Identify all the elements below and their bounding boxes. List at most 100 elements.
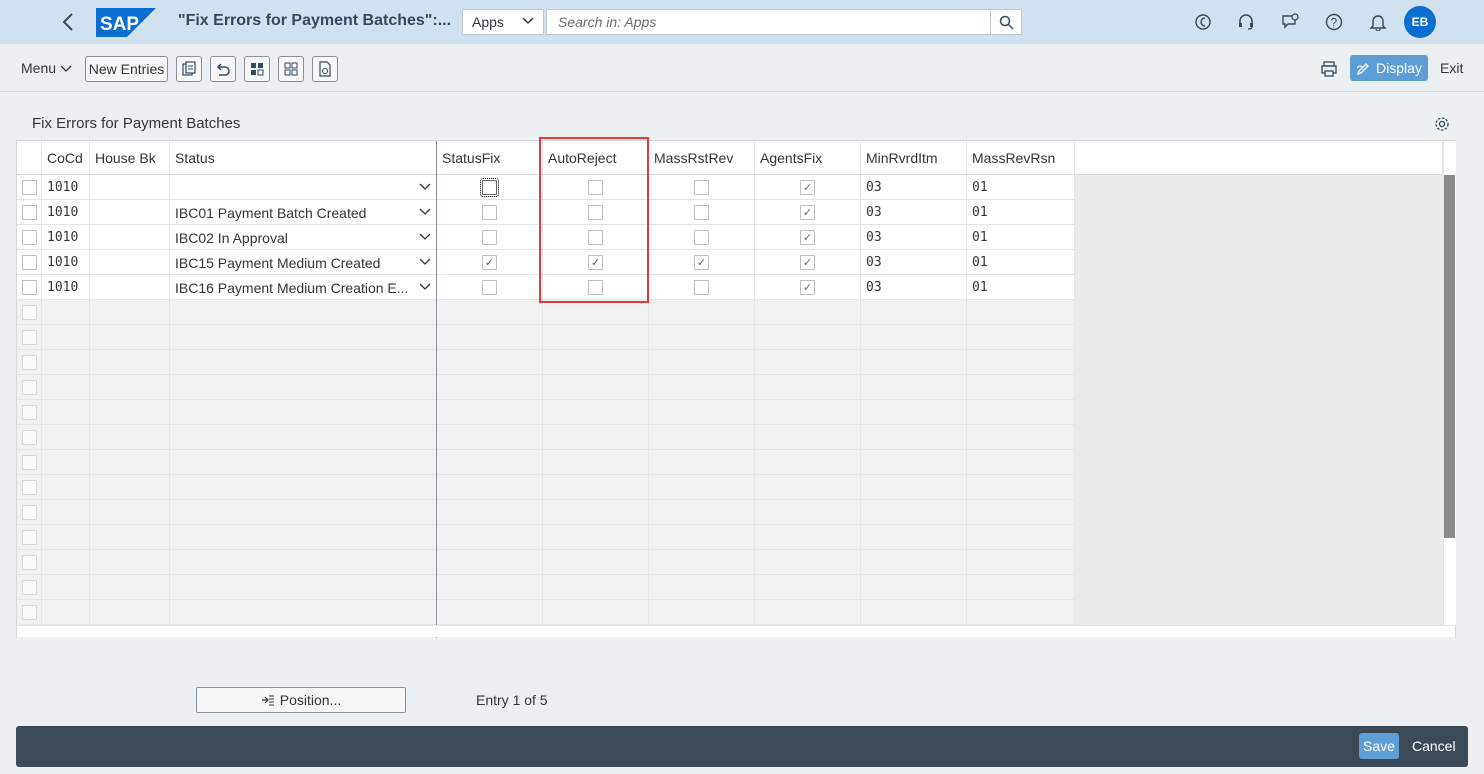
select-all-button[interactable] <box>244 56 270 82</box>
row-select-checkbox[interactable] <box>21 305 37 320</box>
row-select-checkbox[interactable] <box>21 555 37 570</box>
cell-mass-rst-rev[interactable] <box>649 200 755 225</box>
print-icon[interactable] <box>1320 60 1338 78</box>
cell-house-bk[interactable] <box>90 175 170 200</box>
agents-fix-checkbox[interactable]: ✓ <box>800 255 815 270</box>
cell-agents-fix[interactable]: ✓ <box>755 250 861 275</box>
cell-min-rvrd-itm[interactable]: 03 <box>861 175 967 200</box>
cell-house-bk[interactable] <box>90 275 170 300</box>
empty-table-row[interactable] <box>17 525 1075 550</box>
empty-table-row[interactable] <box>17 325 1075 350</box>
headset-icon[interactable] <box>1235 11 1257 33</box>
cell-status-fix[interactable] <box>437 200 543 225</box>
cell-auto-reject[interactable] <box>543 275 649 300</box>
feedback-icon[interactable] <box>1279 11 1301 33</box>
row-select-checkbox[interactable] <box>21 230 37 245</box>
cell-mass-rst-rev[interactable] <box>649 175 755 200</box>
save-button[interactable]: Save <box>1359 733 1399 759</box>
search-input[interactable]: Search in: Apps <box>546 9 990 35</box>
row-select-cell[interactable] <box>17 600 42 625</box>
cell-status-fix[interactable]: ✓ <box>437 250 543 275</box>
row-select-cell[interactable] <box>17 325 42 350</box>
row-select-checkbox[interactable] <box>21 280 37 295</box>
mass-rst-rev-checkbox[interactable] <box>694 205 709 220</box>
cell-mass-rev-rsn[interactable]: 01 <box>967 275 1075 300</box>
cell-cocd[interactable]: 1010 <box>42 250 90 275</box>
table-row[interactable]: 1010 IBC01 Payment Batch Created ✓ 03 01 <box>17 200 1075 225</box>
row-select-checkbox[interactable] <box>21 505 37 520</box>
display-button[interactable]: Display <box>1350 55 1428 81</box>
column-header-house-bk[interactable]: House Bk <box>90 141 170 175</box>
cell-status-fix[interactable] <box>437 275 543 300</box>
row-select-cell[interactable] <box>17 475 42 500</box>
cell-min-rvrd-itm[interactable]: 03 <box>861 275 967 300</box>
row-select-cell[interactable] <box>17 575 42 600</box>
cell-auto-reject[interactable] <box>543 225 649 250</box>
row-select-cell[interactable] <box>17 350 42 375</box>
cell-agents-fix[interactable]: ✓ <box>755 225 861 250</box>
empty-table-row[interactable] <box>17 550 1075 575</box>
cell-status[interactable]: IBC01 Payment Batch Created <box>170 200 437 225</box>
bell-icon[interactable] <box>1367 11 1389 33</box>
status-fix-checkbox[interactable] <box>482 230 497 245</box>
empty-table-row[interactable] <box>17 300 1075 325</box>
row-select-checkbox[interactable] <box>21 255 37 270</box>
cell-status-fix[interactable] <box>437 225 543 250</box>
column-header-agentsfix[interactable]: AgentsFix <box>755 141 861 175</box>
cell-status[interactable] <box>170 175 437 200</box>
row-select-cell[interactable] <box>17 500 42 525</box>
row-select-cell[interactable] <box>17 250 42 275</box>
chevron-down-icon[interactable] <box>418 204 432 221</box>
row-select-checkbox[interactable] <box>21 330 37 345</box>
empty-table-row[interactable] <box>17 450 1075 475</box>
cell-agents-fix[interactable]: ✓ <box>755 200 861 225</box>
cell-cocd[interactable]: 1010 <box>42 175 90 200</box>
mass-rst-rev-checkbox[interactable] <box>694 280 709 295</box>
avatar[interactable]: EB <box>1404 6 1436 38</box>
cell-status[interactable]: IBC15 Payment Medium Created <box>170 250 437 275</box>
cell-auto-reject[interactable]: ✓ <box>543 250 649 275</box>
auto-reject-checkbox[interactable] <box>588 280 603 295</box>
cell-cocd[interactable]: 1010 <box>42 225 90 250</box>
row-select-checkbox[interactable] <box>21 180 37 195</box>
cell-house-bk[interactable] <box>90 200 170 225</box>
agents-fix-checkbox[interactable]: ✓ <box>800 230 815 245</box>
mass-rst-rev-checkbox[interactable] <box>694 180 709 195</box>
row-select-cell[interactable] <box>17 450 42 475</box>
auto-reject-checkbox[interactable]: ✓ <box>588 255 603 270</box>
row-select-cell[interactable] <box>17 525 42 550</box>
empty-table-row[interactable] <box>17 400 1075 425</box>
row-select-checkbox[interactable] <box>21 205 37 220</box>
cell-house-bk[interactable] <box>90 225 170 250</box>
table-row[interactable]: 1010 ✓ 03 01 <box>17 175 1075 200</box>
cancel-button[interactable]: Cancel <box>1412 738 1456 754</box>
auto-reject-checkbox[interactable] <box>588 230 603 245</box>
position-button[interactable]: Position... <box>196 687 406 713</box>
chevron-down-icon[interactable] <box>418 179 432 196</box>
row-select-cell[interactable] <box>17 275 42 300</box>
row-select-cell[interactable] <box>17 225 42 250</box>
deselect-all-button[interactable] <box>278 56 304 82</box>
empty-table-row[interactable] <box>17 500 1075 525</box>
column-header-massrevrsn[interactable]: MassRevRsn <box>967 141 1075 175</box>
cell-min-rvrd-itm[interactable]: 03 <box>861 250 967 275</box>
row-select-checkbox[interactable] <box>21 455 37 470</box>
cell-status[interactable]: IBC02 In Approval <box>170 225 437 250</box>
vertical-scrollbar-thumb[interactable] <box>1444 175 1455 538</box>
cell-mass-rst-rev[interactable] <box>649 225 755 250</box>
cell-agents-fix[interactable]: ✓ <box>755 275 861 300</box>
row-select-cell[interactable] <box>17 400 42 425</box>
cell-house-bk[interactable] <box>90 250 170 275</box>
cell-mass-rev-rsn[interactable]: 01 <box>967 175 1075 200</box>
search-button[interactable] <box>990 9 1022 35</box>
row-select-checkbox[interactable] <box>21 355 37 370</box>
chevron-down-icon[interactable] <box>418 254 432 271</box>
table-row[interactable]: 1010 IBC15 Payment Medium Created ✓ ✓ ✓ ✓ 03 01 <box>17 250 1075 275</box>
cell-auto-reject[interactable] <box>543 200 649 225</box>
agents-fix-checkbox[interactable]: ✓ <box>800 280 815 295</box>
cell-min-rvrd-itm[interactable]: 03 <box>861 200 967 225</box>
column-header-minrvrditm[interactable]: MinRvrdItm <box>861 141 967 175</box>
help-icon[interactable]: ? <box>1323 11 1345 33</box>
table-row[interactable]: 1010 IBC16 Payment Medium Creation E... ✓ 0… <box>17 275 1075 300</box>
agents-fix-checkbox[interactable]: ✓ <box>800 205 815 220</box>
